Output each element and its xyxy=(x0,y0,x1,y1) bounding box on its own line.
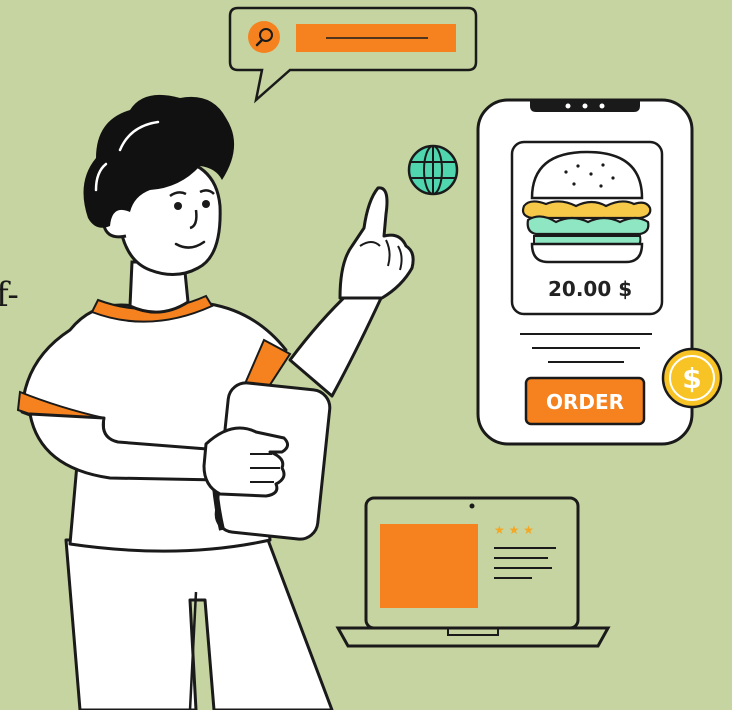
food-order-illustration: f- 20.00 $ ORDER $ ★ ★ ★ xyxy=(0,6,723,710)
price-label: 20.00 $ xyxy=(548,277,632,301)
globe-icon xyxy=(407,144,459,196)
edge-text: f- xyxy=(0,275,19,315)
pointing-hand xyxy=(338,186,415,300)
order-button-label: ORDER xyxy=(546,390,624,414)
coin-symbol: $ xyxy=(682,362,701,395)
order-button[interactable]: ORDER xyxy=(524,376,646,426)
search-icon[interactable] xyxy=(248,21,280,53)
illustration-stage: f- 20.00 $ ORDER $ ★ ★ ★ xyxy=(0,0,732,710)
person xyxy=(16,94,415,710)
laptop-stars: ★ ★ ★ xyxy=(494,523,534,537)
search-bubble xyxy=(228,6,478,104)
holding-hand xyxy=(202,426,289,498)
laptop: ★ ★ ★ xyxy=(335,496,611,648)
phone: 20.00 $ ORDER xyxy=(476,98,694,446)
laptop-screen-image xyxy=(380,524,478,608)
burger-icon xyxy=(521,150,652,264)
dollar-coin-icon: $ xyxy=(661,347,723,409)
